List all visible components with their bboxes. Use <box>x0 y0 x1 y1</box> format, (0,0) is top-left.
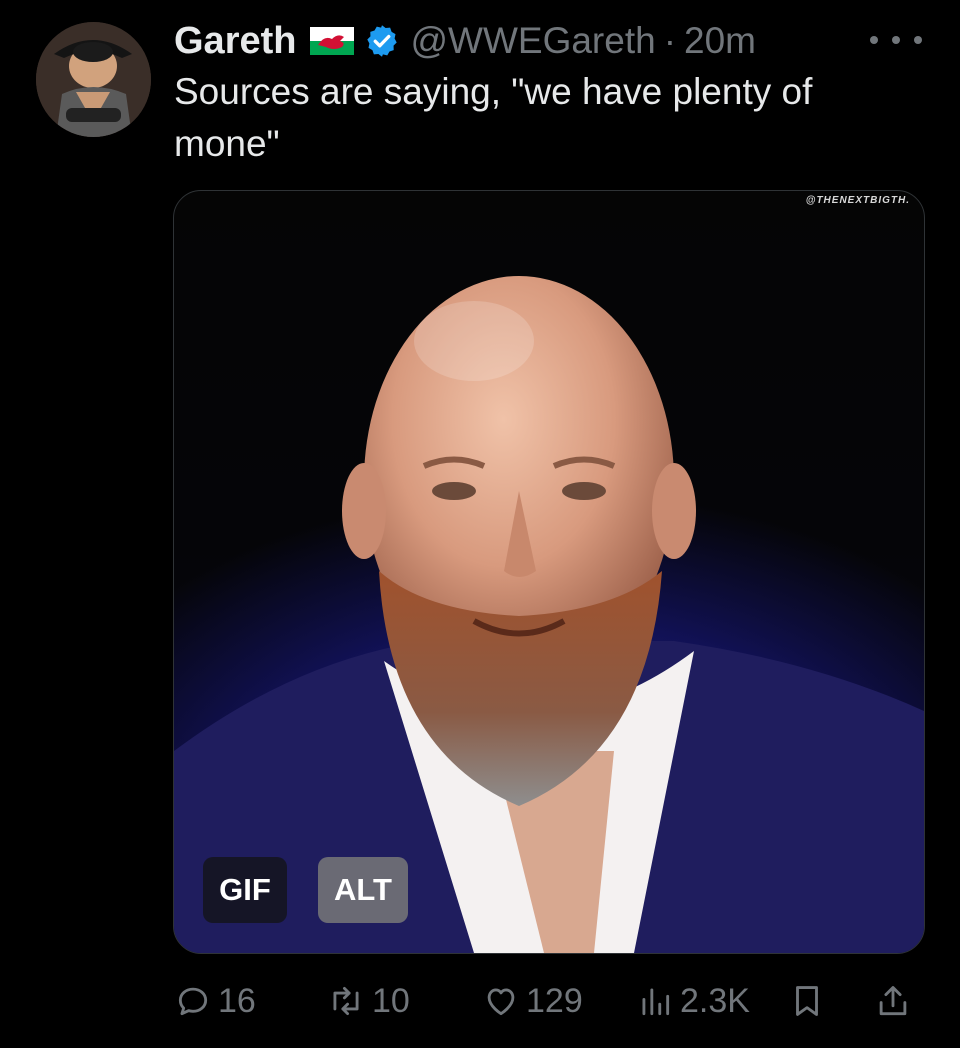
views-button[interactable]: 2.3K <box>636 975 750 1027</box>
gif-badge: GIF <box>203 857 287 923</box>
alt-text-button[interactable]: ALT <box>318 857 408 923</box>
verified-badge-icon <box>364 23 400 59</box>
gif-preview-image <box>174 276 924 953</box>
repost-button[interactable]: 10 <box>326 975 410 1027</box>
reply-icon <box>178 987 208 1016</box>
author-handle[interactable]: @WWEGareth <box>410 20 655 62</box>
tweet-actions: 16 10 129 2.3K <box>174 975 924 1027</box>
bookmark-icon <box>796 986 818 1016</box>
author-avatar[interactable] <box>36 22 151 137</box>
views-chart-icon <box>642 988 670 1016</box>
like-button[interactable]: 129 <box>482 975 583 1027</box>
views-count: 2.3K <box>680 981 750 1020</box>
heart-icon <box>487 988 515 1016</box>
share-button[interactable] <box>874 975 918 1027</box>
reply-count: 16 <box>218 981 256 1020</box>
like-count: 129 <box>526 981 583 1020</box>
tweet-media-gif[interactable]: @THENEXTBIGTH. GIF ALT <box>173 190 925 954</box>
repost-count: 10 <box>372 981 410 1020</box>
media-watermark: @THENEXTBIGTH. <box>805 195 910 206</box>
tweet-time[interactable]: 20m <box>684 20 756 62</box>
author-name[interactable]: Gareth <box>174 20 296 63</box>
tweet-text: Sources are saying, "we have plenty of m… <box>174 71 813 164</box>
reply-button[interactable]: 16 <box>174 975 256 1027</box>
tweet-header: Gareth @WWEGareth · 20m <box>174 16 960 66</box>
more-options-icon[interactable] <box>870 22 922 58</box>
bookmark-button[interactable] <box>788 975 832 1027</box>
wales-flag-icon <box>310 27 355 55</box>
separator-dot: · <box>663 20 677 61</box>
share-icon <box>879 986 907 1016</box>
repost-icon <box>333 986 359 1016</box>
